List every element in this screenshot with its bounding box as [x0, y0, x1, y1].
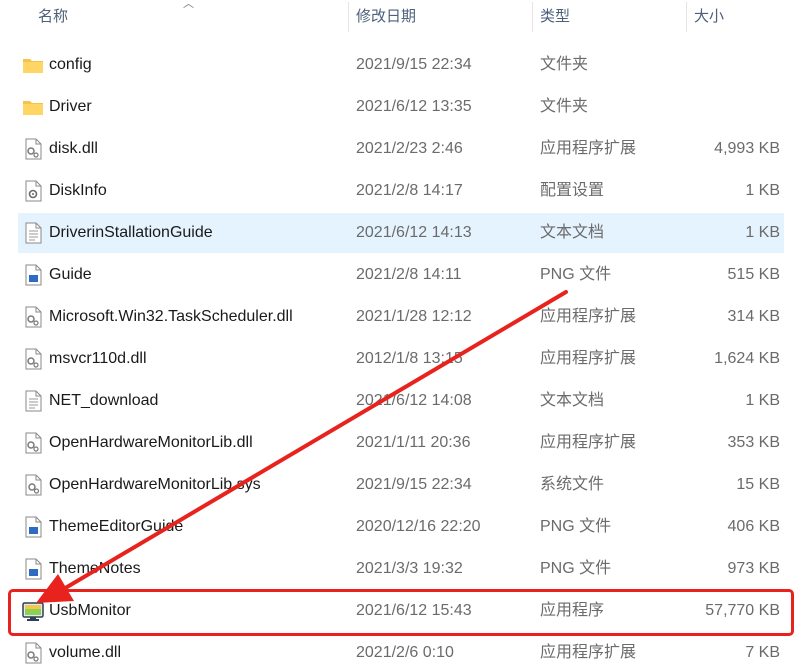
file-size: 15 KB: [736, 476, 780, 493]
file-size: 57,770 KB: [705, 602, 780, 619]
file-type: 文本文档: [540, 224, 605, 241]
file-type: 应用程序扩展: [540, 350, 637, 367]
file-name: volume.dll: [49, 644, 122, 661]
column-header-type[interactable]: 类型: [532, 0, 686, 34]
file-row[interactable]: NET_download 2021/6/12 14:08 文本文档 1 KB: [18, 381, 784, 421]
folder-icon: [22, 54, 44, 76]
dll-file-icon: [22, 642, 44, 664]
file-row[interactable]: Driver 2021/6/12 13:35 文件夹: [18, 87, 784, 127]
config-file-icon: [22, 180, 44, 202]
file-row[interactable]: DiskInfo 2021/2/8 14:17 配置设置 1 KB: [18, 171, 784, 211]
file-type: PNG 文件: [540, 518, 612, 535]
file-modified-date: 2021/6/12 14:13: [356, 224, 472, 241]
file-modified-date: 2021/1/11 20:36: [356, 434, 471, 451]
image-file-icon: [22, 264, 44, 286]
file-modified-date: 2020/12/16 22:20: [356, 518, 481, 535]
column-header-size[interactable]: 大小: [686, 0, 800, 34]
column-header-date[interactable]: 修改日期: [348, 0, 532, 34]
file-modified-date: 2021/2/23 2:46: [356, 140, 463, 157]
file-row[interactable]: Microsoft.Win32.TaskScheduler.dll 2021/1/…: [18, 297, 784, 337]
file-size: 353 KB: [727, 434, 780, 451]
file-row[interactable]: OpenHardwareMonitorLib.sys 2021/9/15 22:3…: [18, 465, 784, 505]
file-name: DriverinStallationGuide: [49, 224, 213, 241]
file-size: 515 KB: [727, 266, 780, 283]
dll-file-icon: [22, 348, 44, 370]
file-size: 406 KB: [727, 518, 780, 535]
application-icon: [22, 600, 44, 622]
file-size: 973 KB: [727, 560, 780, 577]
file-row[interactable]: disk.dll 2021/2/23 2:46 应用程序扩展 4,993 KB: [18, 129, 784, 169]
file-row[interactable]: Guide 2021/2/8 14:11 PNG 文件 515 KB: [18, 255, 784, 295]
file-row[interactable]: DriverinStallationGuide 2021/6/12 14:13 文本…: [18, 213, 784, 253]
file-modified-date: 2021/2/8 14:17: [356, 182, 463, 199]
file-modified-date: 2012/1/8 13:15: [356, 350, 463, 367]
file-type: 应用程序扩展: [540, 434, 637, 451]
file-type: 文件夹: [540, 98, 589, 115]
file-size: 1,624 KB: [714, 350, 780, 367]
file-name: Guide: [49, 266, 92, 283]
file-modified-date: 2021/1/28 12:12: [356, 308, 472, 325]
image-file-icon: [22, 558, 44, 580]
file-name: DiskInfo: [49, 182, 107, 199]
file-size: 314 KB: [727, 308, 780, 325]
file-modified-date: 2021/6/12 14:08: [356, 392, 472, 409]
file-modified-date: 2021/2/6 0:10: [356, 644, 454, 661]
image-file-icon: [22, 516, 44, 538]
file-size: 1 KB: [745, 224, 780, 241]
file-name: disk.dll: [49, 140, 98, 157]
file-row[interactable]: OpenHardwareMonitorLib.dll 2021/1/11 20:3…: [18, 423, 784, 463]
file-modified-date: 2021/6/12 15:43: [356, 602, 472, 619]
file-size: 1 KB: [745, 392, 780, 409]
file-name: UsbMonitor: [49, 602, 131, 619]
file-type: PNG 文件: [540, 560, 612, 577]
file-size: 4,993 KB: [714, 140, 780, 157]
file-row[interactable]: ThemeNotes 2021/3/3 19:32 PNG 文件 973 KB: [18, 549, 784, 589]
file-type: 文本文档: [540, 392, 605, 409]
dll-file-icon: [22, 306, 44, 328]
file-type: 应用程序扩展: [540, 140, 637, 157]
file-type: 应用程序扩展: [540, 644, 637, 661]
file-modified-date: 2021/2/8 14:11: [356, 266, 462, 283]
file-size: 7 KB: [745, 644, 780, 661]
file-name: ThemeEditorGuide: [49, 518, 184, 535]
file-type: PNG 文件: [540, 266, 612, 283]
file-type: 系统文件: [540, 476, 605, 493]
dll-file-icon: [22, 432, 44, 454]
file-name: Driver: [49, 98, 92, 115]
file-modified-date: 2021/9/15 22:34: [356, 476, 472, 493]
file-name: ThemeNotes: [49, 560, 141, 577]
file-size: 1 KB: [745, 182, 780, 199]
file-row[interactable]: ThemeEditorGuide 2020/12/16 22:20 PNG 文件 40…: [18, 507, 784, 547]
sort-ascending-icon: ︿: [183, 0, 194, 10]
file-name: Microsoft.Win32.TaskScheduler.dll: [49, 308, 293, 325]
file-row[interactable]: UsbMonitor 2021/6/12 15:43 应用程序 57,770 KB: [18, 591, 784, 631]
file-row[interactable]: config 2021/9/15 22:34 文件夹: [18, 45, 784, 85]
file-type: 应用程序扩展: [540, 308, 637, 325]
column-header-bar: 名称 ︿ 修改日期 类型 大小: [0, 0, 800, 34]
file-name: OpenHardwareMonitorLib.dll: [49, 434, 253, 451]
file-modified-date: 2021/3/3 19:32: [356, 560, 463, 577]
file-type: 应用程序: [540, 602, 605, 619]
file-name: config: [49, 56, 92, 73]
file-modified-date: 2021/9/15 22:34: [356, 56, 472, 73]
text-file-icon: [22, 222, 44, 244]
file-row[interactable]: msvcr110d.dll 2012/1/8 13:15 应用程序扩展 1,624 K…: [18, 339, 784, 379]
file-name: OpenHardwareMonitorLib.sys: [49, 476, 261, 493]
file-modified-date: 2021/6/12 13:35: [356, 98, 472, 115]
file-name: msvcr110d.dll: [49, 350, 147, 367]
sys-file-icon: [22, 474, 44, 496]
file-row[interactable]: volume.dll 2021/2/6 0:10 应用程序扩展 7 KB: [18, 633, 784, 672]
folder-icon: [22, 96, 44, 118]
file-type: 文件夹: [540, 56, 589, 73]
dll-file-icon: [22, 138, 44, 160]
file-type: 配置设置: [540, 182, 605, 199]
text-file-icon: [22, 390, 44, 412]
file-name: NET_download: [49, 392, 159, 409]
